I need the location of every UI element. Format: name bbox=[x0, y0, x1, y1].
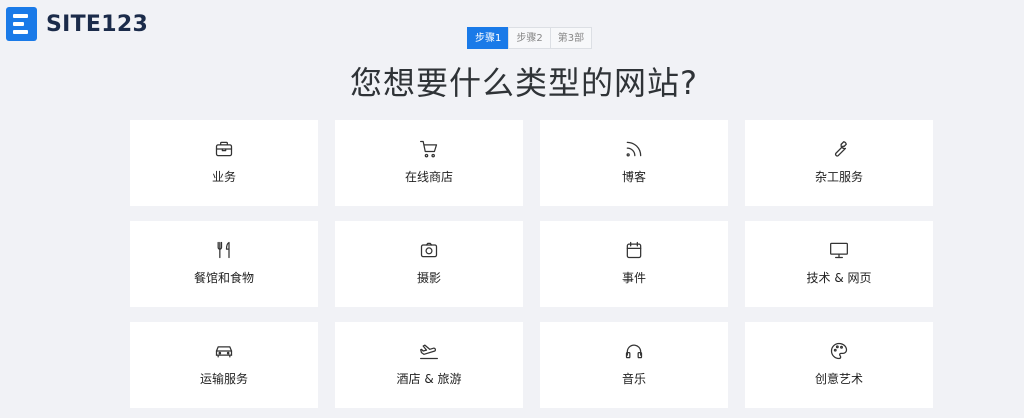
fork-knife-icon bbox=[214, 240, 234, 260]
logo-mark-icon bbox=[6, 7, 37, 41]
category-card-tech-web[interactable]: 技术 & 网页 bbox=[745, 221, 933, 307]
category-card-events[interactable]: 事件 bbox=[540, 221, 728, 307]
category-card-transport[interactable]: 运输服务 bbox=[130, 322, 318, 408]
logo-text: SITE123 bbox=[46, 11, 149, 37]
category-card-online-store[interactable]: 在线商店 bbox=[335, 120, 523, 206]
wrench-icon bbox=[829, 139, 849, 159]
category-label: 餐馆和食物 bbox=[193, 271, 254, 285]
category-label: 业务 bbox=[211, 170, 236, 184]
category-card-photography[interactable]: 摄影 bbox=[335, 221, 523, 307]
step-2[interactable]: 步骤2 bbox=[508, 27, 551, 49]
category-card-restaurant[interactable]: 餐馆和食物 bbox=[130, 221, 318, 307]
car-icon bbox=[214, 341, 234, 361]
category-card-hotel-travel[interactable]: 酒店 & 旅游 bbox=[335, 322, 523, 408]
category-label: 音乐 bbox=[621, 372, 646, 386]
category-card-blog[interactable]: 博客 bbox=[540, 120, 728, 206]
category-card-music[interactable]: 音乐 bbox=[540, 322, 728, 408]
category-label: 技术 & 网页 bbox=[806, 271, 872, 285]
cart-icon bbox=[419, 139, 439, 159]
camera-icon bbox=[419, 240, 439, 260]
category-label: 创意艺术 bbox=[814, 372, 863, 386]
category-card-business[interactable]: 业务 bbox=[130, 120, 318, 206]
category-card-creative-arts[interactable]: 创意艺术 bbox=[745, 322, 933, 408]
step-indicator: 步骤1 步骤2 第3部 bbox=[467, 27, 593, 49]
palette-icon bbox=[829, 341, 849, 361]
monitor-icon bbox=[829, 240, 849, 260]
category-label: 酒店 & 旅游 bbox=[396, 372, 462, 386]
step-3[interactable]: 第3部 bbox=[549, 27, 593, 49]
site123-logo[interactable]: SITE123 bbox=[6, 6, 148, 42]
rss-icon bbox=[624, 139, 644, 159]
category-label: 在线商店 bbox=[404, 170, 453, 184]
category-label: 杂工服务 bbox=[814, 170, 863, 184]
category-label: 摄影 bbox=[416, 271, 441, 285]
headphones-icon bbox=[624, 341, 644, 361]
category-label: 博客 bbox=[621, 170, 646, 184]
calendar-icon bbox=[624, 240, 644, 260]
step-1[interactable]: 步骤1 bbox=[467, 27, 510, 49]
airplane-icon bbox=[419, 341, 439, 361]
category-label: 运输服务 bbox=[199, 372, 248, 386]
page-title: 您想要什么类型的网站? bbox=[350, 64, 698, 102]
page: SITE123 步骤1 步骤2 第3部 您想要什么类型的网站? 业务 在线商店 … bbox=[0, 0, 1024, 418]
category-label: 事件 bbox=[621, 271, 646, 285]
category-card-handyman[interactable]: 杂工服务 bbox=[745, 120, 933, 206]
briefcase-icon bbox=[214, 139, 234, 159]
